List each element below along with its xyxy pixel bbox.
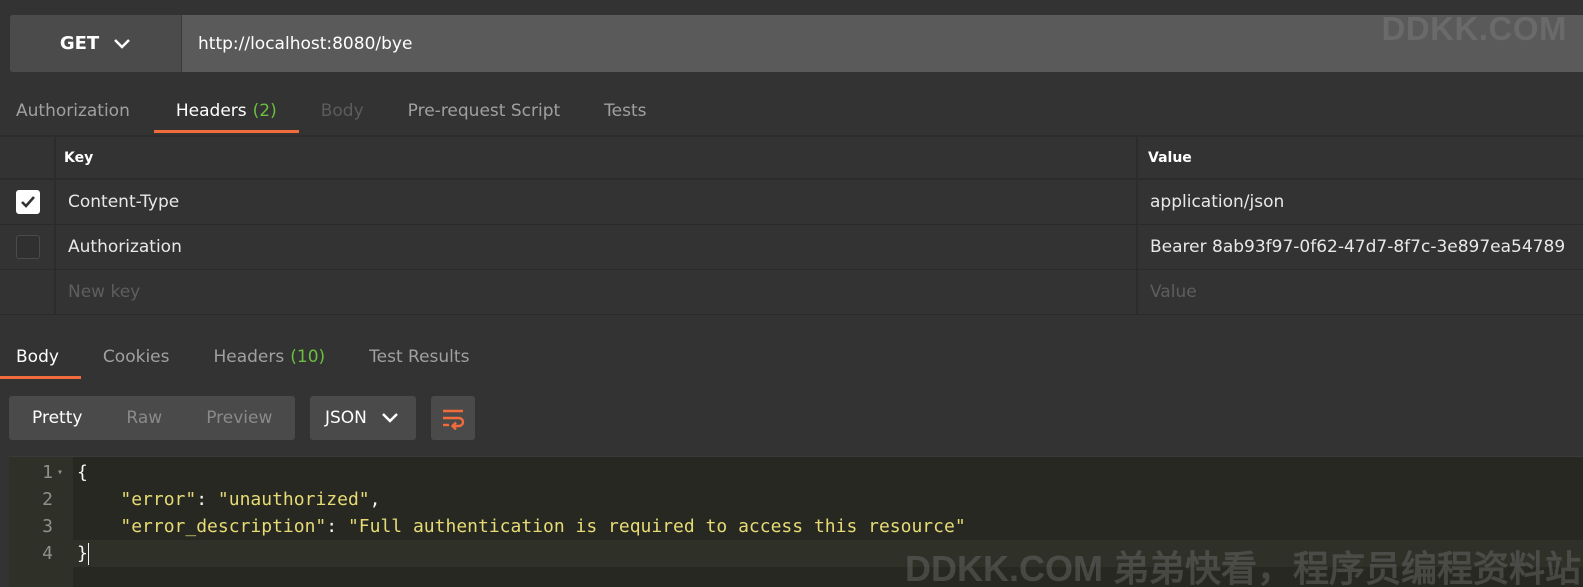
tab-response-headers[interactable]: Headers (10) xyxy=(191,334,347,379)
table-row: Content-Type application/json xyxy=(0,180,1583,225)
code-text: "error_description": "Full authenticatio… xyxy=(73,516,966,537)
wrap-lines-button[interactable] xyxy=(431,396,475,440)
watermark-top: DDKK.COM xyxy=(1381,10,1567,47)
enable-header-checkbox[interactable] xyxy=(16,235,40,259)
response-tabs: Body Cookies Headers (10) Test Results xyxy=(0,334,491,379)
raw-button[interactable]: Raw xyxy=(104,396,184,440)
tab-headers[interactable]: Headers (2) xyxy=(153,88,299,133)
header-key-field[interactable]: Content-Type xyxy=(56,180,1138,224)
line-number: 3 xyxy=(42,516,53,537)
tab-label: Authorization xyxy=(16,100,130,121)
view-mode-group: Pretty Raw Preview xyxy=(9,396,295,440)
header-value-field[interactable]: Bearer 8ab93f97-0f62-47d7-8f7c-3e897ea54… xyxy=(1138,225,1583,269)
json-key: "error_description" xyxy=(120,516,327,537)
tab-body[interactable]: Body xyxy=(299,88,386,133)
request-bar: GET http://localhost:8080/bye xyxy=(10,15,1583,72)
tab-authorization[interactable]: Authorization xyxy=(0,88,154,133)
json-value: "unauthorized" xyxy=(217,489,370,510)
line-number: 1 xyxy=(42,462,53,483)
tab-label: Test Results xyxy=(369,346,470,367)
tab-response-body[interactable]: Body xyxy=(0,334,81,379)
tab-label: Cookies xyxy=(102,346,170,367)
tab-label: Body xyxy=(16,346,59,367)
json-sep: : xyxy=(196,489,218,510)
method-label: GET xyxy=(59,33,100,54)
line-number: 2 xyxy=(42,489,53,510)
tab-cookies[interactable]: Cookies xyxy=(81,334,192,379)
brace: { xyxy=(77,462,88,483)
code-text: "error": "unauthorized", xyxy=(73,489,380,510)
headers-table: Key Value Content-Type application/json … xyxy=(0,135,1583,315)
tab-label: Pre-request Script xyxy=(407,100,561,121)
tab-test-results[interactable]: Test Results xyxy=(347,334,491,379)
line-number: 4 xyxy=(42,543,53,564)
tab-label: Tests xyxy=(604,100,647,121)
checkbox-cell xyxy=(0,225,56,269)
request-tabs: Authorization Headers (2) Body Pre-reque… xyxy=(0,88,669,133)
json-sep: : xyxy=(326,516,348,537)
json-value: "Full authentication is required to acce… xyxy=(347,516,966,537)
tab-label: Body xyxy=(320,100,364,121)
pretty-button[interactable]: Pretty xyxy=(9,396,104,440)
enable-header-checkbox[interactable] xyxy=(16,190,40,214)
tab-label: Headers xyxy=(213,346,285,367)
code-text: { xyxy=(73,462,88,483)
preview-button[interactable]: Preview xyxy=(184,396,294,440)
new-header-row: New key Value xyxy=(0,270,1583,315)
watermark-bottom: DDKK.COM 弟弟快看，程序员编程资料站 xyxy=(905,548,1581,587)
tab-count-badge: (10) xyxy=(290,346,326,367)
table-header-row: Key Value xyxy=(0,135,1583,180)
code-text: } xyxy=(73,542,89,565)
header-value-field[interactable]: application/json xyxy=(1138,180,1583,224)
code-line: 1 ▾ { xyxy=(9,459,1583,486)
json-key: "error" xyxy=(120,489,197,510)
format-label: JSON xyxy=(325,408,367,428)
code-line: 2 "error": "unauthorized", xyxy=(9,486,1583,513)
checkbox-cell xyxy=(0,180,56,224)
new-key-input[interactable]: New key xyxy=(56,270,1138,314)
chevron-down-icon xyxy=(382,413,398,423)
key-column-header: Key xyxy=(56,137,1138,178)
table-row: Authorization Bearer 8ab93f97-0f62-47d7-… xyxy=(0,225,1583,270)
text-cursor xyxy=(87,542,89,565)
header-key-field[interactable]: Authorization xyxy=(56,225,1138,269)
tab-label: Headers xyxy=(175,100,247,121)
url-input[interactable]: http://localhost:8080/bye xyxy=(182,15,1583,72)
code-line: 3 "error_description": "Full authenticat… xyxy=(9,513,1583,540)
brace: } xyxy=(77,542,88,564)
method-select[interactable]: GET xyxy=(10,15,182,72)
new-value-input[interactable]: Value xyxy=(1138,270,1583,314)
checkbox-column-header xyxy=(0,137,56,178)
json-comma: , xyxy=(369,489,381,510)
value-column-header: Value xyxy=(1148,149,1192,166)
chevron-down-icon xyxy=(114,38,131,49)
tab-tests[interactable]: Tests xyxy=(582,88,668,133)
checkmark-icon xyxy=(21,196,35,208)
tab-pre-request-script[interactable]: Pre-request Script xyxy=(386,88,583,133)
wrap-lines-icon xyxy=(443,409,465,430)
checkbox-cell xyxy=(0,270,56,314)
fold-arrow-icon[interactable]: ▾ xyxy=(53,467,73,478)
tab-count-badge: (2) xyxy=(252,100,277,121)
format-select[interactable]: JSON xyxy=(310,396,416,440)
